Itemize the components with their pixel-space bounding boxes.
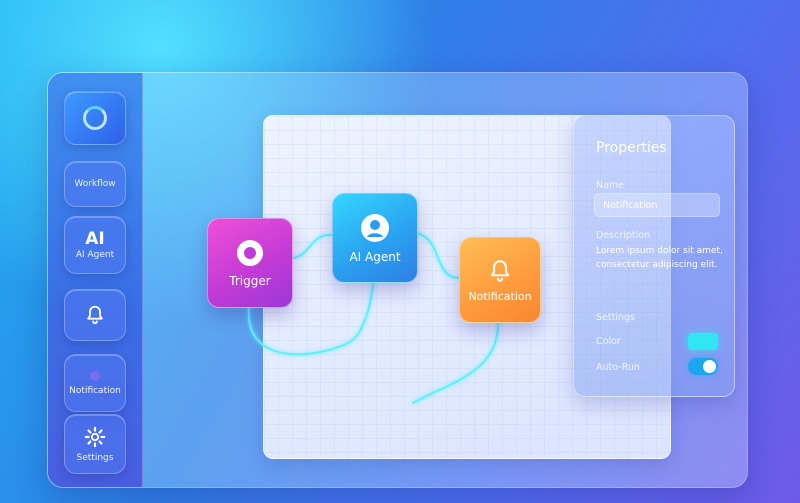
node-trigger-label: Trigger [229,274,271,288]
record-icon [237,240,263,266]
autorun-label: Auto-Run [596,362,640,373]
properties-title: Properties [596,140,667,156]
node-trigger[interactable]: Trigger [207,218,293,308]
app-window: Workflow AI AI Agent Notification Settin… [47,72,748,488]
node-notification-label: Notification [468,289,532,303]
properties-panel: Properties Name Notification Description… [573,115,735,397]
toggle-knob [703,360,716,373]
autorun-toggle[interactable] [688,358,718,375]
node-notification[interactable]: Notification [459,237,541,323]
node-ai-agent[interactable]: AI Agent [332,193,418,283]
name-field[interactable]: Notification [594,193,720,217]
wire-trigger-agent [290,233,333,259]
node-agent-label: AI Agent [349,250,401,264]
wire-notification-out [412,320,500,404]
bell-icon [490,259,510,282]
settings-label: Settings [596,312,635,323]
color-swatch[interactable] [688,333,718,350]
description-text[interactable]: Lorem ipsum dolor sit amet, consectetur … [596,244,726,272]
color-label: Color [596,336,621,347]
name-label: Name [596,180,625,191]
description-label: Description [596,230,651,241]
wire-agent-notification [415,232,460,279]
user-icon [361,214,389,242]
